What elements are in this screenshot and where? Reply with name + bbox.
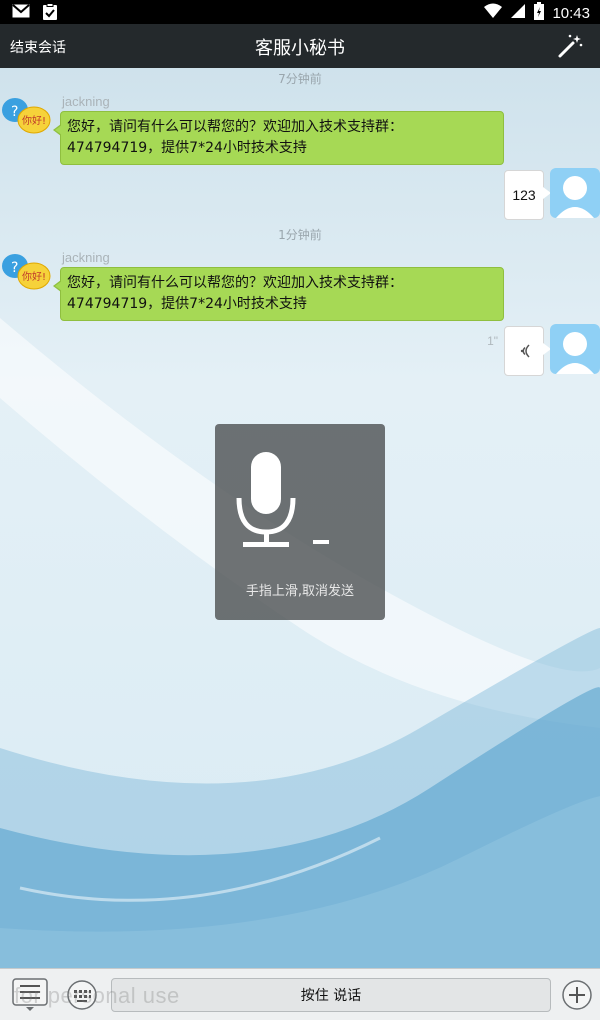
- agent-avatar[interactable]: ? 你好!: [0, 94, 52, 138]
- outgoing-message-text: 123: [512, 187, 536, 203]
- incoming-message-bubble[interactable]: 您好，请问有什么可以帮您的？欢迎加入技术支持群： 474794719，提供7*2…: [53, 111, 504, 165]
- plus-icon: [562, 980, 592, 1010]
- message-text-line: 您好，请问有什么可以帮您的？欢迎加入技术支持群：: [67, 119, 403, 135]
- agent-avatar[interactable]: ? 你好!: [0, 250, 52, 294]
- time-divider: 7分钟前: [278, 72, 322, 86]
- watermark-text: for personal use: [14, 983, 180, 1008]
- microphone-icon: [233, 450, 313, 554]
- voice-wave-icon: [517, 341, 533, 365]
- message-text-line: 您好，请问有什么可以帮您的？欢迎加入技术支持群：: [67, 275, 403, 291]
- recording-hint: 手指上滑,取消发送: [245, 584, 355, 599]
- svg-text:?: ?: [11, 260, 18, 276]
- avatar-badge: 你好!: [22, 270, 46, 283]
- outgoing-message-bubble[interactable]: 123: [504, 170, 551, 220]
- title-bar: 结束会话 客服小秘书: [0, 24, 600, 68]
- more-options-button[interactable]: [561, 979, 593, 1011]
- message-text-line: 474794719，提供7*24小时技术支持: [67, 140, 307, 156]
- message-text-line: 474794719，提供7*24小时技术支持: [67, 296, 307, 312]
- status-time: 10:43: [552, 4, 590, 22]
- sender-name: jackning: [62, 250, 110, 265]
- clipboard-icon: [42, 3, 58, 25]
- svg-text:?: ?: [11, 104, 18, 120]
- input-bar: 按住 说话 for personal use: [0, 968, 600, 1020]
- status-bar: 10:43: [0, 0, 600, 24]
- page-title: 客服小秘书: [255, 38, 345, 59]
- gmail-icon: [12, 3, 30, 25]
- battery-icon: [534, 2, 545, 24]
- voice-duration: 1": [487, 334, 498, 348]
- time-divider: 1分钟前: [278, 228, 322, 242]
- signal-icon: [510, 3, 526, 23]
- user-avatar[interactable]: [550, 168, 600, 218]
- voice-message-bubble[interactable]: [504, 326, 551, 376]
- chat-screen: 10:43 结束会话 客服小秘书 7分钟前 ? 你好! jackning 您好，…: [0, 0, 600, 1020]
- sender-name: jackning: [62, 94, 110, 109]
- volume-level-indicator: [313, 540, 329, 544]
- user-avatar[interactable]: [550, 324, 600, 374]
- wifi-icon: [484, 3, 503, 23]
- magic-wand-icon[interactable]: [556, 32, 584, 64]
- recording-overlay: 手指上滑,取消发送: [215, 424, 385, 620]
- incoming-message-bubble[interactable]: 您好，请问有什么可以帮您的？欢迎加入技术支持群： 474794719，提供7*2…: [53, 267, 504, 321]
- avatar-badge: 你好!: [22, 114, 46, 127]
